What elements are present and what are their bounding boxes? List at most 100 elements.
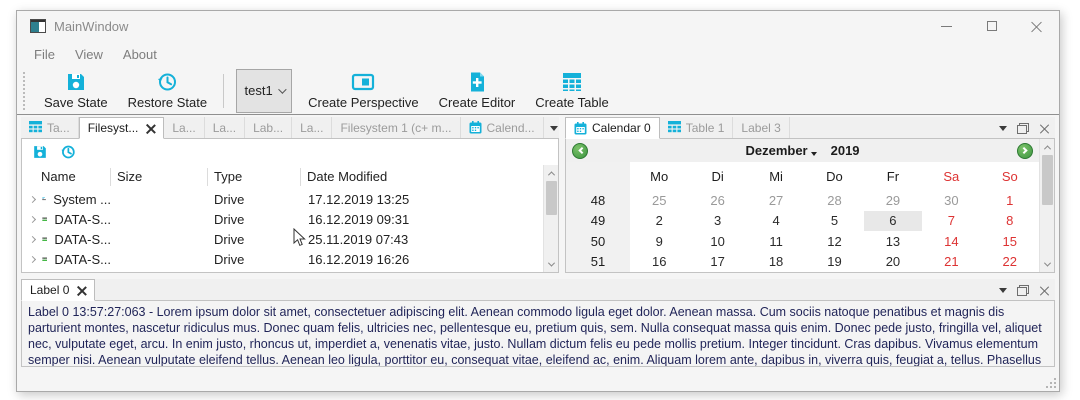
create-table-button[interactable]: Create Table xyxy=(525,69,618,112)
menu-file[interactable]: File xyxy=(25,44,64,65)
scrollbar-thumb[interactable] xyxy=(1042,155,1053,205)
calendar-panel-body: Dezember 2019 Mo Di Mi Do xyxy=(565,139,1055,273)
table-row[interactable]: DATA-S... Drive 25.11.2019 07:43 xyxy=(22,229,543,249)
calendar-day[interactable]: 2 xyxy=(630,211,688,232)
calendar-day[interactable]: 11 xyxy=(747,231,805,252)
label-dock: Label 0 Label 0 13:57:27:063 - Lorem ips… xyxy=(21,279,1055,367)
maximize-button[interactable] xyxy=(969,11,1014,41)
tabs-menu-icon[interactable] xyxy=(550,126,558,131)
toolbar-drag-handle[interactable] xyxy=(23,72,28,110)
calendar-day[interactable]: 22 xyxy=(981,252,1039,273)
tab-label: Calend... xyxy=(487,121,535,135)
create-editor-button[interactable]: Create Editor xyxy=(429,69,526,112)
column-name[interactable]: Name xyxy=(22,168,111,186)
prev-month-button[interactable] xyxy=(572,143,588,159)
tab-label0[interactable]: La... xyxy=(164,117,204,138)
arrow-left-icon xyxy=(578,147,585,154)
table-icon xyxy=(29,121,42,134)
menu-view[interactable]: View xyxy=(66,44,112,65)
history-icon[interactable] xyxy=(60,144,76,160)
scrollbar-thumb[interactable] xyxy=(546,181,557,215)
tabs-menu-icon[interactable] xyxy=(999,288,1007,293)
calendar-day[interactable]: 27 xyxy=(747,190,805,211)
calendar-day-selected[interactable]: 6 xyxy=(864,211,922,232)
menu-about[interactable]: About xyxy=(114,44,166,65)
tab-filesystem0[interactable]: Filesyst... xyxy=(79,117,165,139)
minimize-button[interactable] xyxy=(924,11,969,41)
expand-chevron-icon[interactable] xyxy=(29,195,36,202)
calendar-day[interactable]: 16 xyxy=(630,252,688,273)
close-icon[interactable] xyxy=(1039,124,1049,134)
table-row[interactable]: System ... Drive 17.12.2019 13:25 xyxy=(22,189,543,209)
scroll-down-icon[interactable] xyxy=(544,256,559,272)
calendar-day[interactable]: 4 xyxy=(747,211,805,232)
calendar-day[interactable]: 30 xyxy=(922,190,980,211)
filesystem-scrollbar[interactable] xyxy=(543,165,558,272)
expand-chevron-icon[interactable] xyxy=(29,215,36,222)
calendar-day[interactable]: 28 xyxy=(805,190,863,211)
tab-label: La... xyxy=(172,121,195,135)
close-icon[interactable] xyxy=(1039,286,1049,296)
tab-label0-bottom[interactable]: Label 0 xyxy=(21,279,95,301)
tab-close-icon[interactable] xyxy=(146,124,155,133)
calendar-day[interactable]: 3 xyxy=(688,211,746,232)
calendar-day[interactable]: 14 xyxy=(922,231,980,252)
file-table-header[interactable]: Name Size Type Date Modified xyxy=(22,165,543,189)
calendar-day[interactable]: 13 xyxy=(864,231,922,252)
calendar-day[interactable]: 29 xyxy=(864,190,922,211)
create-perspective-button[interactable]: Create Perspective xyxy=(298,69,429,112)
main-window: MainWindow File View About Save State Re… xyxy=(16,10,1060,392)
tab-label1[interactable]: La... xyxy=(205,117,245,138)
scroll-up-icon[interactable] xyxy=(544,165,559,181)
float-icon[interactable] xyxy=(1017,123,1029,134)
calendar-title[interactable]: Dezember 2019 xyxy=(588,143,1017,158)
scroll-up-icon[interactable] xyxy=(1040,139,1055,155)
close-button[interactable] xyxy=(1014,11,1059,41)
next-month-button[interactable] xyxy=(1017,143,1033,159)
expand-chevron-icon[interactable] xyxy=(29,255,36,262)
calendar-day[interactable]: 7 xyxy=(922,211,980,232)
title-bar[interactable]: MainWindow xyxy=(17,11,1059,41)
tab-filesystem1[interactable]: Filesystem 1 (c+ m... xyxy=(332,117,460,138)
column-type[interactable]: Type xyxy=(208,168,301,186)
tab-calendar0[interactable]: Calendar 0 xyxy=(565,117,660,139)
size-grip[interactable] xyxy=(1044,376,1056,388)
float-icon[interactable] xyxy=(1017,285,1029,296)
calendar-day[interactable]: 26 xyxy=(688,190,746,211)
table-row[interactable]: DATA-S... Drive 16.12.2019 16:26 xyxy=(22,249,543,269)
calendar-day[interactable]: 19 xyxy=(805,252,863,273)
perspective-combobox[interactable]: test1 xyxy=(236,69,292,113)
year-label[interactable]: 2019 xyxy=(831,143,860,158)
calendar-day[interactable]: 10 xyxy=(688,231,746,252)
scroll-down-icon[interactable] xyxy=(1040,256,1055,272)
calendar-day[interactable]: 25 xyxy=(630,190,688,211)
tab-calendar1[interactable]: Calend... xyxy=(461,117,544,138)
calendar-scrollbar[interactable] xyxy=(1039,139,1054,272)
calendar-day[interactable]: 15 xyxy=(981,231,1039,252)
column-size[interactable]: Size xyxy=(111,168,208,186)
calendar-day[interactable]: 9 xyxy=(630,231,688,252)
month-label[interactable]: Dezember xyxy=(745,143,807,158)
column-date-modified[interactable]: Date Modified xyxy=(301,168,543,186)
calendar-day[interactable]: 12 xyxy=(805,231,863,252)
tab-label2[interactable]: Lab... xyxy=(245,117,292,138)
calendar-day[interactable]: 1 xyxy=(981,190,1039,211)
tab-label: Filesystem 1 (c+ m... xyxy=(340,121,451,135)
tab-label4[interactable]: La... xyxy=(292,117,332,138)
save-state-button[interactable]: Save State xyxy=(34,69,118,112)
save-icon[interactable] xyxy=(32,144,48,160)
calendar-day[interactable]: 21 xyxy=(922,252,980,273)
tabs-menu-icon[interactable] xyxy=(999,126,1007,131)
calendar-day[interactable]: 18 xyxy=(747,252,805,273)
expand-chevron-icon[interactable] xyxy=(29,235,36,242)
table-row[interactable]: DATA-S... Drive 16.12.2019 09:31 xyxy=(22,209,543,229)
calendar-day[interactable]: 20 xyxy=(864,252,922,273)
tab-close-icon[interactable] xyxy=(77,286,86,295)
calendar-day[interactable]: 17 xyxy=(688,252,746,273)
tab-table1[interactable]: Table 1 xyxy=(660,117,734,138)
tab-table0[interactable]: Ta... xyxy=(21,117,79,138)
tab-label3[interactable]: Label 3 xyxy=(733,117,789,138)
restore-state-button[interactable]: Restore State xyxy=(118,69,218,112)
calendar-day[interactable]: 5 xyxy=(805,211,863,232)
calendar-day[interactable]: 8 xyxy=(981,211,1039,232)
